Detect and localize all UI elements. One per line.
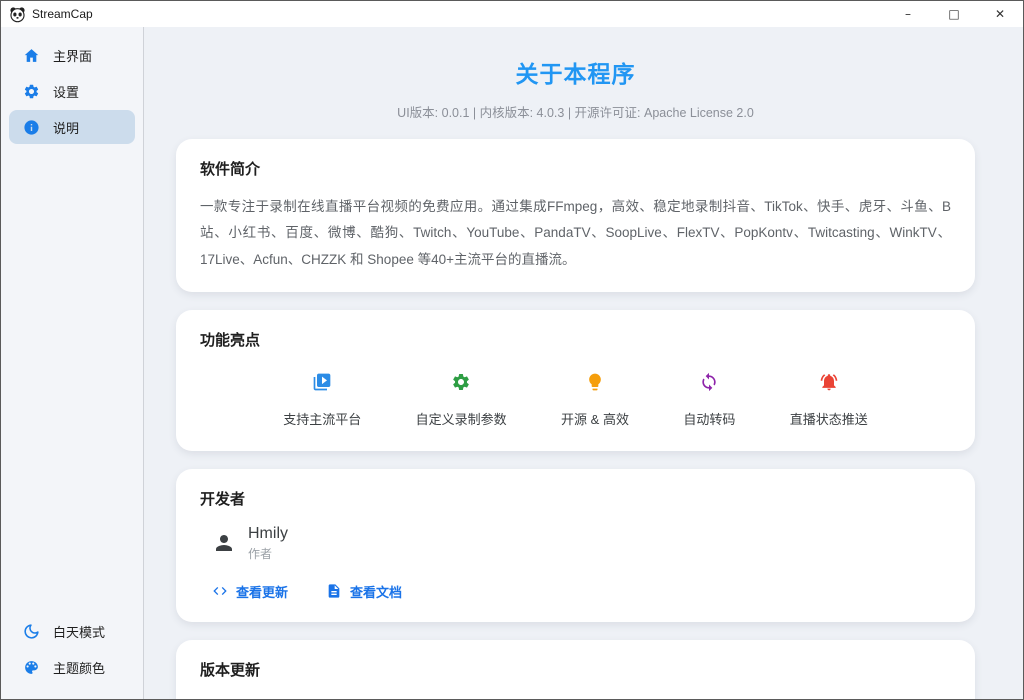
feature-label: 支持主流平台 [283,409,361,428]
feature-custom-params: 自定义录制参数 [416,372,507,428]
sidebar: 主界面 设置 说明 白天模式 [1,27,144,699]
feature-label: 开源 & 高效 [561,409,629,428]
lightbulb-icon [585,372,605,392]
bell-icon [819,372,839,392]
card-title: 功能亮点 [200,329,951,350]
app-logo-panda-icon [9,6,26,23]
gear-icon [23,83,40,100]
card-feature-highlights: 功能亮点 支持主流平台 自定义录制参数 [176,310,975,451]
version-info: UI版本: 0.0.1 | 内核版本: 4.0.3 | 开源许可证: Apach… [176,102,975,121]
link-label: 查看文档 [350,582,402,601]
card-title: 软件简介 [200,158,951,179]
view-docs-link[interactable]: 查看文档 [326,582,402,601]
sync-icon [699,372,719,392]
app-window: StreamCap – □ ✕ 主界面 设置 [0,0,1024,700]
gear-icon [451,372,471,392]
app-title: StreamCap [32,7,93,21]
palette-icon [23,659,40,676]
developer-role: 作者 [248,545,288,562]
card-title: 开发者 [200,488,951,509]
feature-platforms: 支持主流平台 [283,372,361,428]
developer-name: Hmily [248,525,288,543]
card-version-updates: 版本更新 无 [176,640,975,699]
feature-label: 自定义录制参数 [416,409,507,428]
sidebar-item-label: 说明 [53,118,79,137]
content-row: 主界面 设置 说明 白天模式 [1,27,1023,699]
close-button[interactable]: ✕ [977,1,1023,27]
link-label: 查看更新 [236,582,288,601]
feature-label: 自动转码 [683,409,735,428]
features-row: 支持主流平台 自定义录制参数 开源 & 高效 [200,372,951,428]
sidebar-item-label: 主界面 [53,46,92,65]
maximize-button[interactable]: □ [931,1,977,27]
sidebar-item-main[interactable]: 主界面 [9,38,135,72]
feature-auto-transcode: 自动转码 [683,372,735,428]
feature-open-source: 开源 & 高效 [561,372,629,428]
sidebar-item-day-mode[interactable]: 白天模式 [9,614,135,648]
sidebar-item-settings[interactable]: 设置 [9,74,135,108]
person-icon [212,531,236,555]
video-library-icon [312,372,332,392]
code-icon [212,583,228,599]
check-updates-link[interactable]: 查看更新 [212,582,288,601]
sidebar-item-label: 设置 [53,82,79,101]
developer-info: Hmily 作者 [248,525,288,562]
titlebar: StreamCap – □ ✕ [1,1,1023,27]
sidebar-item-label: 白天模式 [53,622,105,641]
page-title: 关于本程序 [176,55,975,89]
sidebar-item-about[interactable]: 说明 [9,110,135,144]
developer-links: 查看更新 查看文档 [212,582,951,601]
sidebar-spacer [1,145,143,613]
minimize-button[interactable]: – [885,1,931,27]
home-icon [23,47,40,64]
card-software-intro: 软件简介 一款专注于录制在线直播平台视频的免费应用。通过集成FFmpeg，高效、… [176,139,975,292]
card-developer: 开发者 Hmily 作者 查看更新 [176,469,975,622]
card-title: 版本更新 [200,659,951,680]
moon-icon [23,623,40,640]
sidebar-item-theme-color[interactable]: 主题颜色 [9,650,135,684]
intro-text: 一款专注于录制在线直播平台视频的免费应用。通过集成FFmpeg，高效、稳定地录制… [200,194,951,273]
document-icon [326,583,342,599]
sidebar-item-label: 主题颜色 [53,658,105,677]
info-icon [23,119,40,136]
developer-row: Hmily 作者 [212,525,951,562]
feature-live-status-push: 直播状态推送 [790,372,868,428]
feature-label: 直播状态推送 [790,409,868,428]
main-content: 关于本程序 UI版本: 0.0.1 | 内核版本: 4.0.3 | 开源许可证:… [144,27,1023,699]
